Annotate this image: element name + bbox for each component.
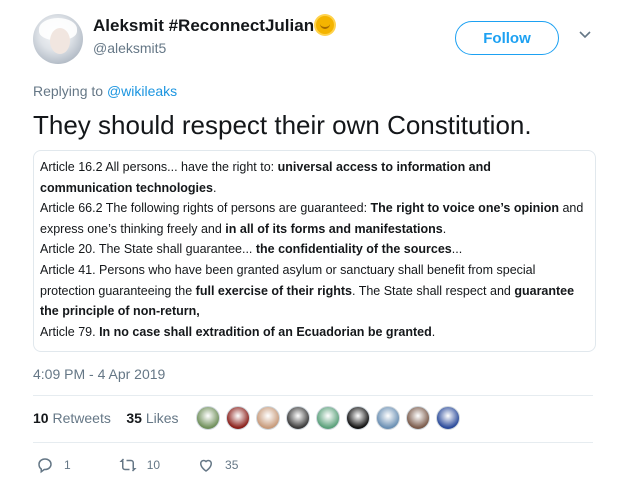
follow-button[interactable]: Follow — [455, 21, 559, 55]
quote-bold-text: full exercise of their rights — [195, 283, 352, 298]
liker-avatar-9-uk-flag[interactable] — [436, 406, 460, 430]
quote-text: Article 20. The State shall guarantee... — [40, 242, 256, 257]
tweet-stats: 10 Retweets 35 Likes — [33, 410, 179, 426]
liker-avatar-6[interactable] — [346, 406, 370, 430]
quote-text: . — [442, 221, 447, 236]
quote-text: ... — [451, 242, 463, 257]
liker-avatar-3[interactable] — [256, 406, 280, 430]
avatar-face — [50, 28, 70, 54]
reply-count: 1 — [64, 458, 71, 472]
retweet-count: 10 — [146, 458, 161, 472]
quote-text: . — [212, 180, 217, 195]
quote-bold-text: guarantee — [514, 283, 575, 298]
liker-avatar-4[interactable] — [286, 406, 310, 430]
author-name-text: Aleksmit #ReconnectJulian — [93, 16, 315, 35]
replying-mention-link[interactable]: @wikileaks — [107, 83, 177, 99]
like-action[interactable]: 35 — [197, 456, 238, 474]
liker-avatar-1[interactable] — [196, 406, 220, 430]
retweet-icon — [119, 458, 137, 472]
quote-line: protection guaranteeing the full exercis… — [40, 281, 589, 302]
user-avatar[interactable] — [33, 14, 83, 64]
tweet-text: They should respect their own Constituti… — [33, 110, 532, 140]
retweets-label: Retweets — [52, 410, 111, 426]
quote-line: express one’s thinking freely and in all… — [40, 219, 589, 240]
quote-text: . — [431, 324, 436, 339]
divider-top — [33, 395, 593, 396]
like-count: 35 — [225, 458, 239, 472]
quote-line: Article 79. In no case shall extradition… — [40, 322, 589, 343]
sun-emoji-icon — [316, 16, 335, 34]
quote-text: Article 41. Persons who have been grante… — [40, 262, 536, 277]
quote-bold-text: communication technologies — [40, 180, 213, 195]
quote-bold-text: in all of its forms and manifestations — [225, 221, 443, 236]
attached-image-text[interactable]: Article 16.2 All persons... have the rig… — [33, 150, 596, 352]
quote-text: and — [558, 201, 584, 216]
quote-text: express one’s thinking freely and — [40, 221, 226, 236]
quote-text: Article 66.2 The following rights of per… — [40, 201, 371, 216]
liker-avatar-2[interactable] — [226, 406, 250, 430]
tweet-timestamp[interactable]: 4:09 PM - 4 Apr 2019 — [33, 366, 165, 382]
quote-text: Article 79. — [40, 324, 100, 339]
quote-line: communication technologies. — [40, 178, 589, 199]
quote-bold-text: The right to voice one’s opinion — [370, 201, 559, 216]
quote-text: . The State shall respect and — [351, 283, 515, 298]
retweet-action[interactable]: 10 — [119, 456, 160, 474]
quote-bold-text: the principle of non-return, — [40, 304, 200, 319]
reply-action[interactable]: 1 — [36, 456, 71, 474]
liker-avatar-7[interactable] — [376, 406, 400, 430]
likes-stat[interactable]: 35 Likes — [126, 410, 178, 426]
retweets-stat[interactable]: 10 Retweets — [33, 410, 111, 426]
replying-to: Replying to @wikileaks — [33, 83, 177, 99]
quote-line: Article 16.2 All persons... have the rig… — [40, 157, 589, 178]
retweets-count: 10 — [33, 410, 49, 426]
likes-label: Likes — [145, 410, 179, 426]
quote-bold-text: In no case shall extradition of an Ecuad… — [99, 324, 432, 339]
replying-prefix: Replying to — [33, 83, 104, 99]
author-display-name[interactable]: Aleksmit #ReconnectJulian — [93, 16, 335, 36]
chevron-down-icon[interactable] — [578, 28, 592, 42]
liker-avatar-8[interactable] — [406, 406, 430, 430]
quote-bold-text: the confidentiality of the sources — [255, 242, 452, 257]
quote-line: Article 20. The State shall guarantee...… — [40, 239, 589, 260]
tweet-actions: 1 10 35 — [33, 456, 238, 474]
quote-text: Article 16.2 All persons... have the rig… — [40, 160, 278, 174]
author-handle[interactable]: @aleksmit5 — [93, 40, 166, 56]
quote-line: Article 41. Persons who have been grante… — [40, 260, 589, 281]
quote-line: the principle of non-return, — [40, 301, 589, 322]
heart-icon — [200, 459, 213, 472]
quote-text: protection guaranteeing the — [40, 283, 196, 298]
quote-line: Article 66.2 The following rights of per… — [40, 198, 589, 219]
reply-icon — [38, 458, 52, 474]
quote-bold-text: universal access to information and — [277, 160, 491, 174]
liker-avatars — [196, 406, 460, 430]
liker-avatar-5[interactable] — [316, 406, 340, 430]
likes-count: 35 — [126, 410, 142, 426]
divider-bottom — [33, 442, 593, 443]
